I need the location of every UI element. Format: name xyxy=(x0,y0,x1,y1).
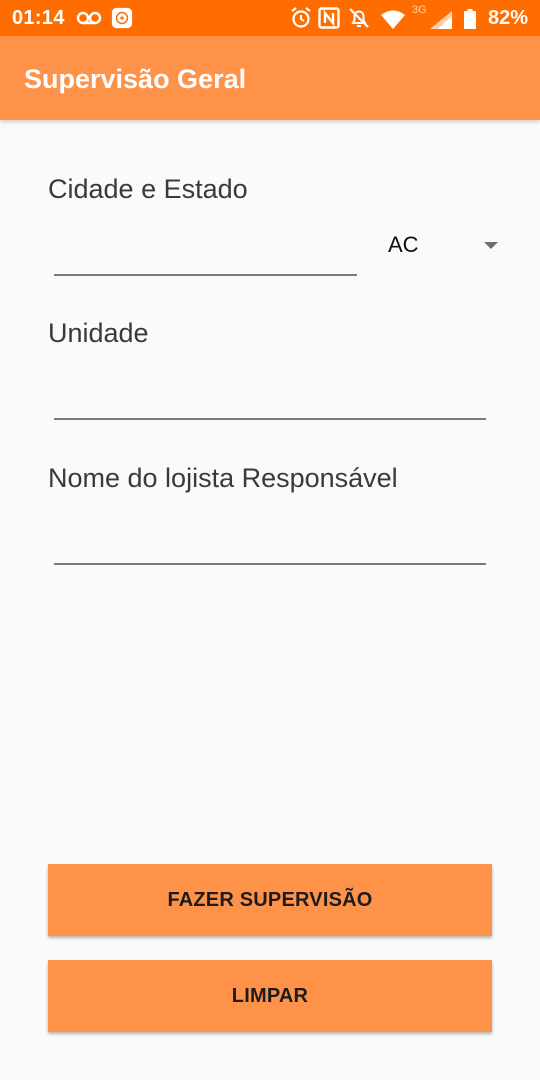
city-state-label: Cidade e Estado xyxy=(48,174,248,204)
unit-input-underline xyxy=(54,418,486,420)
manager-input-underline xyxy=(54,563,486,565)
wifi-icon xyxy=(381,10,405,29)
battery-icon xyxy=(464,9,476,29)
city-input[interactable] xyxy=(54,232,356,272)
voicemail-icon xyxy=(76,11,102,25)
app-bar: Supervisão Geral xyxy=(0,36,540,120)
unit-label: Unidade xyxy=(48,318,149,348)
signal-icon xyxy=(430,11,452,29)
nfc-icon xyxy=(318,7,340,29)
state-dropdown[interactable]: AC xyxy=(388,226,508,266)
unit-input[interactable] xyxy=(54,376,486,416)
state-dropdown-value: AC xyxy=(388,232,419,257)
mute-icon xyxy=(349,8,369,28)
manager-input[interactable] xyxy=(54,521,486,561)
status-bar: 01:14 3G 82% xyxy=(0,0,540,36)
supervise-button[interactable]: FAZER SUPERVISÃO xyxy=(48,864,492,936)
app-notification-icon xyxy=(111,7,133,29)
city-input-underline xyxy=(54,274,357,276)
network-type: 3G xyxy=(412,4,427,16)
dropdown-arrow-icon xyxy=(484,242,498,249)
clear-button[interactable]: LIMPAR xyxy=(48,960,492,1032)
status-time: 01:14 xyxy=(12,7,65,29)
manager-label: Nome do lojista Responsável xyxy=(48,463,398,493)
page-title: Supervisão Geral xyxy=(24,64,247,94)
alarm-icon xyxy=(291,7,311,28)
battery-percent: 82% xyxy=(487,7,528,29)
screen: 01:14 3G 82% Supervisão Geral Cidade e E… xyxy=(0,0,540,1080)
